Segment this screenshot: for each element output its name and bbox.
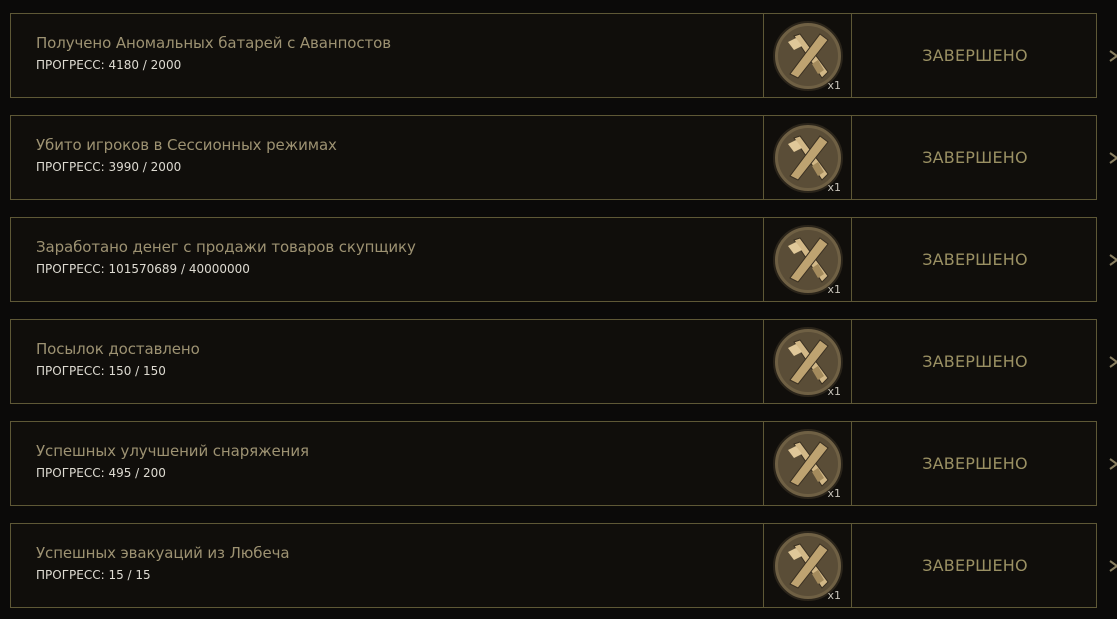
achievement-title: Посылок доставлено (36, 340, 200, 358)
reward-slot[interactable]: x1 (764, 116, 852, 199)
achievement-progress: ПРОГРЕСС: 3990 / 2000 (36, 160, 182, 174)
partial-arrow-icon (1109, 50, 1117, 62)
achievement-row[interactable]: Успешных эвакуаций из Любеча ПРОГРЕСС: 1… (10, 523, 1097, 608)
achievement-row[interactable]: Получено Аномальных батарей с Аванпостов… (10, 13, 1097, 98)
reward-slot[interactable]: x1 (764, 14, 852, 97)
reward-slot[interactable]: x1 (764, 524, 852, 607)
reward-slot[interactable]: x1 (764, 218, 852, 301)
achievement-title: Получено Аномальных батарей с Аванпостов (36, 34, 391, 52)
achievement-row[interactable]: Убито игроков в Сессионных режимах ПРОГР… (10, 115, 1097, 200)
achievement-progress: ПРОГРЕСС: 101570689 / 40000000 (36, 262, 250, 276)
reward-slot[interactable]: x1 (764, 422, 852, 505)
achievement-row[interactable]: Успешных улучшений снаряжения ПРОГРЕСС: … (10, 421, 1097, 506)
partial-arrow-icon (1109, 356, 1117, 368)
reward-quantity: x1 (827, 589, 841, 602)
status-label: ЗАВЕРШЕНО (922, 46, 1028, 65)
achievement-title: Успешных улучшений снаряжения (36, 442, 309, 460)
achievement-info: Посылок доставлено ПРОГРЕСС: 150 / 150 (11, 320, 764, 403)
achievement-progress: ПРОГРЕСС: 495 / 200 (36, 466, 166, 480)
reward-quantity: x1 (827, 79, 841, 92)
achievement-info: Заработано денег с продажи товаров скупщ… (11, 218, 764, 301)
partial-arrow-icon (1109, 458, 1117, 470)
status-label: ЗАВЕРШЕНО (922, 454, 1028, 473)
achievement-title: Успешных эвакуаций из Любеча (36, 544, 290, 562)
reward-quantity: x1 (827, 283, 841, 296)
reward-slot[interactable]: x1 (764, 320, 852, 403)
achievement-title: Заработано денег с продажи товаров скупщ… (36, 238, 416, 256)
status-label: ЗАВЕРШЕНО (922, 250, 1028, 269)
reward-quantity: x1 (827, 385, 841, 398)
achievement-title: Убито игроков в Сессионных режимах (36, 136, 337, 154)
achievement-info: Успешных улучшений снаряжения ПРОГРЕСС: … (11, 422, 764, 505)
achievement-info: Получено Аномальных батарей с Аванпостов… (11, 14, 764, 97)
reward-quantity: x1 (827, 487, 841, 500)
achievement-progress: ПРОГРЕСС: 4180 / 2000 (36, 58, 182, 72)
status-label: ЗАВЕРШЕНО (922, 148, 1028, 167)
status-label: ЗАВЕРШЕНО (922, 352, 1028, 371)
achievement-list: Получено Аномальных батарей с Аванпостов… (0, 0, 1117, 619)
partial-arrow-icon (1109, 560, 1117, 572)
partial-arrow-icon (1109, 152, 1117, 164)
partial-arrow-icon (1109, 254, 1117, 266)
reward-quantity: x1 (827, 181, 841, 194)
achievement-row[interactable]: Посылок доставлено ПРОГРЕСС: 150 / 150 x… (10, 319, 1097, 404)
achievement-info: Успешных эвакуаций из Любеча ПРОГРЕСС: 1… (11, 524, 764, 607)
achievement-progress: ПРОГРЕСС: 150 / 150 (36, 364, 166, 378)
achievement-progress: ПРОГРЕСС: 15 / 15 (36, 568, 151, 582)
achievement-info: Убито игроков в Сессионных режимах ПРОГР… (11, 116, 764, 199)
achievement-row[interactable]: Заработано денег с продажи товаров скупщ… (10, 217, 1097, 302)
status-label: ЗАВЕРШЕНО (922, 556, 1028, 575)
